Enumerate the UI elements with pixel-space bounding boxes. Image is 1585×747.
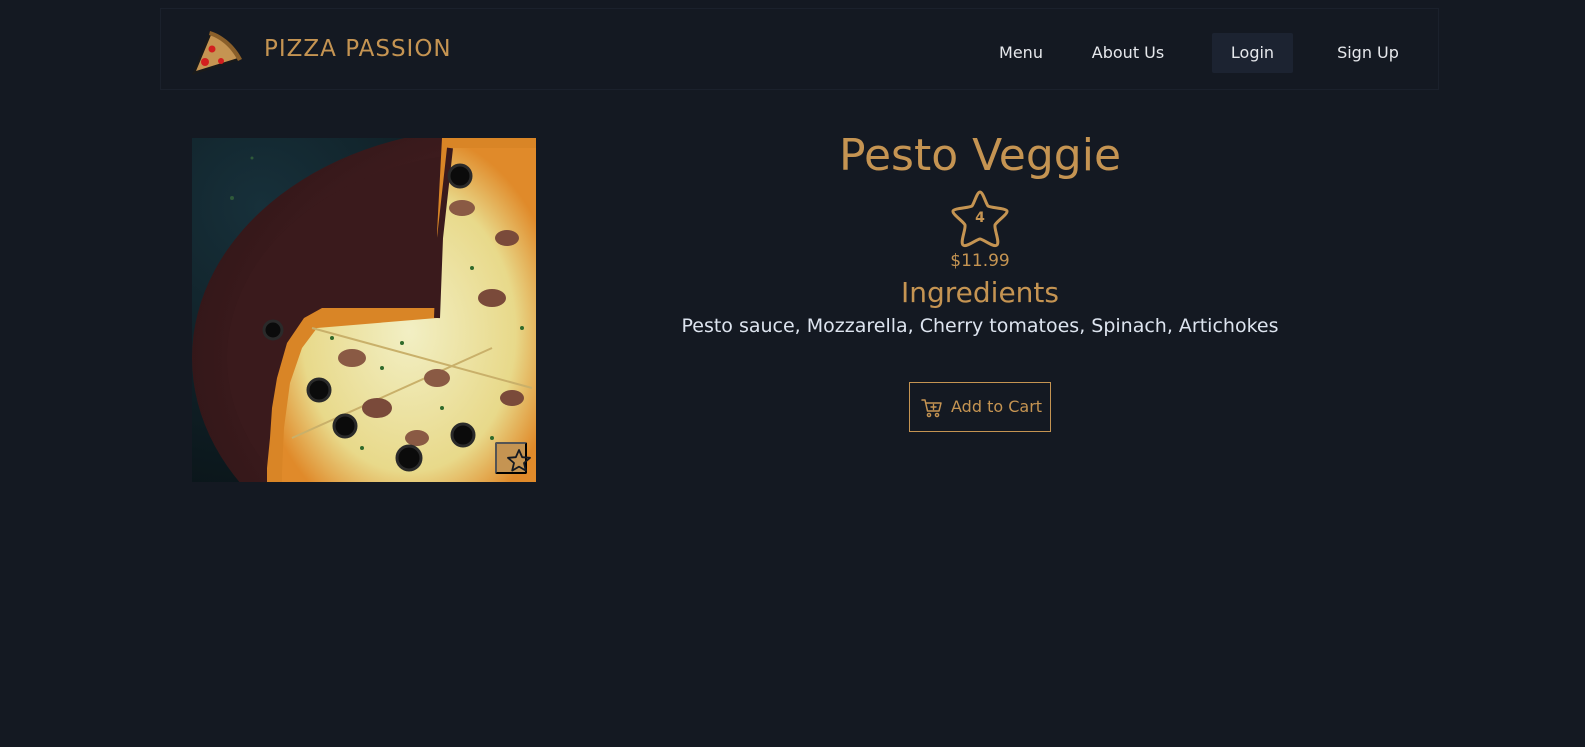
favorite-button[interactable] — [495, 442, 531, 474]
pizza-image — [192, 138, 536, 482]
ingredients-list: Pesto sauce, Mozzarella, Cherry tomatoes… — [681, 315, 1279, 337]
star-outline-icon — [507, 449, 531, 472]
brand-name[interactable]: PIZZA PASSION — [264, 36, 452, 62]
product-price: $11.99 — [950, 251, 1010, 271]
cart-plus-icon — [921, 399, 942, 418]
pizza-slice-icon[interactable] — [188, 25, 244, 79]
rating-value: 4 — [975, 210, 985, 226]
pizza-photo — [192, 138, 536, 482]
nav-about-us[interactable]: About Us — [1081, 33, 1175, 73]
ingredients-heading: Ingredients — [901, 276, 1059, 309]
navbar: PIZZA PASSION Menu About Us Login Sign U… — [160, 8, 1439, 90]
add-to-cart-button[interactable]: Add to Cart — [909, 382, 1051, 432]
nav-menu[interactable]: Menu — [987, 33, 1055, 73]
product-title: Pesto Veggie — [838, 130, 1122, 181]
nav-sign-up[interactable]: Sign Up — [1321, 33, 1415, 73]
nav-login[interactable]: Login — [1212, 33, 1293, 73]
add-to-cart-label: Add to Cart — [951, 397, 1043, 416]
